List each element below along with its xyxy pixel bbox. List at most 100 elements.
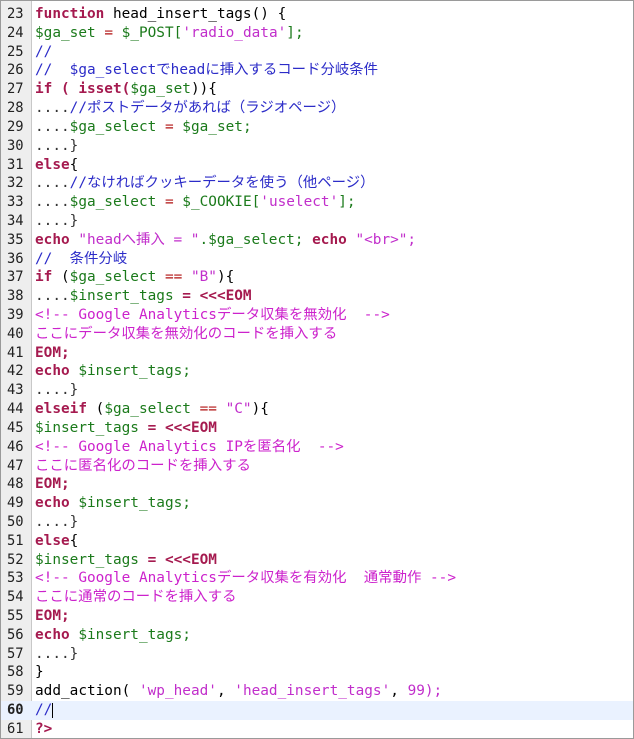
code-token: , bbox=[390, 683, 408, 700]
code-token: //ポストデータがあれば（ラジオページ） bbox=[69, 100, 346, 117]
code-text[interactable]: EOM; bbox=[35, 344, 631, 363]
code-text[interactable]: $insert_tags = <<<EOM bbox=[35, 551, 631, 570]
code-text[interactable]: ....} bbox=[35, 381, 631, 400]
code-text[interactable]: // 条件分岐 bbox=[35, 250, 631, 269]
code-text[interactable]: ここにデータ収集を無効化のコードを挿入する bbox=[35, 325, 631, 344]
code-token: elseif bbox=[35, 401, 87, 418]
code-line[interactable]: 42 echo $insert_tags; bbox=[1, 362, 633, 381]
code-token: ]; bbox=[286, 24, 304, 41]
code-line[interactable]: 34....} bbox=[1, 212, 633, 231]
code-text[interactable]: ....} bbox=[35, 645, 631, 664]
code-line[interactable]: 26 // $ga_selectでheadに挿入するコード分岐条件 bbox=[1, 61, 633, 80]
code-text[interactable]: <!-- Google Analyticsデータ収集を有効化 通常動作 --> bbox=[35, 569, 631, 588]
code-text[interactable]: if ( isset($ga_set)){ bbox=[35, 80, 631, 99]
code-line[interactable]: 50....} bbox=[1, 513, 633, 532]
code-text[interactable]: ....$ga_select = $ga_set; bbox=[35, 118, 631, 137]
code-token: echo bbox=[35, 626, 70, 643]
line-number: 51 bbox=[7, 532, 24, 549]
code-line[interactable]: 40 ここにデータ収集を無効化のコードを挿入する bbox=[1, 325, 633, 344]
code-line[interactable]: 23 function head_insert_tags() { bbox=[1, 5, 633, 24]
code-line[interactable]: 60 // bbox=[1, 701, 633, 720]
code-text[interactable]: echo "headへ挿入 = ".$ga_select; echo "<br>… bbox=[35, 231, 631, 250]
code-line[interactable]: 49 echo $insert_tags; bbox=[1, 494, 633, 513]
code-text[interactable]: EOM; bbox=[35, 475, 631, 494]
code-line[interactable]: 35 echo "headへ挿入 = ".$ga_select; echo "<b… bbox=[1, 231, 633, 250]
code-line[interactable]: 43....} bbox=[1, 381, 633, 400]
code-line[interactable]: 58} bbox=[1, 663, 633, 682]
code-text[interactable]: echo $insert_tags; bbox=[35, 494, 631, 513]
code-text[interactable]: add_action( 'wp_head', 'head_insert_tags… bbox=[35, 682, 631, 701]
code-token: ....} bbox=[35, 513, 79, 530]
code-text[interactable]: $insert_tags = <<<EOM bbox=[35, 419, 631, 438]
code-line[interactable]: 57....} bbox=[1, 645, 633, 664]
code-text[interactable]: ....$insert_tags = <<<EOM bbox=[35, 287, 631, 306]
code-text[interactable]: else{ bbox=[35, 532, 631, 551]
code-text[interactable]: ....} bbox=[35, 137, 631, 156]
code-text[interactable]: if ($ga_select == "B"){ bbox=[35, 268, 631, 287]
code-line[interactable]: 59 add_action( 'wp_head', 'head_insert_ta… bbox=[1, 682, 633, 701]
code-text[interactable]: ....//なければクッキーデータを使う（他ページ） bbox=[35, 174, 631, 193]
code-line[interactable]: 41 EOM; bbox=[1, 344, 633, 363]
code-line[interactable]: 25 // bbox=[1, 43, 633, 62]
code-line[interactable]: 61 ?> bbox=[1, 720, 633, 738]
code-lines[interactable]: 23 function head_insert_tags() {24 $ga_set… bbox=[1, 5, 633, 738]
code-text[interactable]: $ga_set = $_POST['radio_data']; bbox=[35, 24, 631, 43]
code-text[interactable]: EOM; bbox=[35, 607, 631, 626]
line-number: 28 bbox=[7, 100, 24, 117]
code-line[interactable]: 52 $insert_tags = <<<EOM bbox=[1, 551, 633, 570]
code-line[interactable]: 30....} bbox=[1, 137, 633, 156]
code-text[interactable]: ....$ga_select = $_COOKIE['uselect']; bbox=[35, 193, 631, 212]
code-token: = <<<EOM bbox=[138, 551, 217, 568]
line-number: 48 bbox=[7, 476, 24, 493]
code-line[interactable]: 27 if ( isset($ga_set)){ bbox=[1, 80, 633, 99]
code-line[interactable]: 29 ....$ga_select = $ga_set; bbox=[1, 118, 633, 137]
code-line[interactable]: 38 ....$insert_tags = <<<EOM bbox=[1, 287, 633, 306]
line-number: 30 bbox=[7, 137, 24, 154]
code-line[interactable]: 33 ....$ga_select = $_COOKIE['uselect']; bbox=[1, 193, 633, 212]
code-text[interactable]: // bbox=[35, 43, 631, 62]
code-token: ?> bbox=[35, 720, 53, 737]
code-line[interactable]: 39 <!-- Google Analyticsデータ収集を無効化 --> bbox=[1, 306, 633, 325]
code-token: .... bbox=[35, 118, 70, 135]
code-text[interactable]: else{ bbox=[35, 156, 631, 175]
code-token: // $ga_selectでheadに挿入するコード分岐条件 bbox=[35, 62, 379, 79]
code-text[interactable]: elseif ($ga_select == "C"){ bbox=[35, 400, 631, 419]
code-line[interactable]: 55 EOM; bbox=[1, 607, 633, 626]
code-line[interactable]: 51 else{ bbox=[1, 532, 633, 551]
code-line[interactable]: 44 elseif ($ga_select == "C"){ bbox=[1, 400, 633, 419]
code-text[interactable]: // $ga_selectでheadに挿入するコード分岐条件 bbox=[35, 61, 631, 80]
code-text[interactable]: echo $insert_tags; bbox=[35, 626, 631, 645]
code-text[interactable]: <!-- Google Analytics IPを匿名化 --> bbox=[35, 438, 631, 457]
code-line[interactable]: 54 ここに通常のコードを挿入する bbox=[1, 588, 633, 607]
code-text[interactable]: echo $insert_tags; bbox=[35, 362, 631, 381]
code-token: head_insert_tags() { bbox=[104, 6, 287, 22]
code-token: add_action( bbox=[35, 683, 139, 700]
code-text[interactable]: ....//ポストデータがあれば（ラジオページ） bbox=[35, 99, 631, 118]
code-line[interactable]: 45 $insert_tags = <<<EOM bbox=[1, 419, 633, 438]
code-line[interactable]: 46 <!-- Google Analytics IPを匿名化 --> bbox=[1, 438, 633, 457]
code-line[interactable]: 28 ....//ポストデータがあれば（ラジオページ） bbox=[1, 99, 633, 118]
code-token: $ga_select bbox=[69, 118, 157, 135]
code-line[interactable]: 53 <!-- Google Analyticsデータ収集を有効化 通常動作 --… bbox=[1, 569, 633, 588]
code-line[interactable]: 32 ....//なければクッキーデータを使う（他ページ） bbox=[1, 174, 633, 193]
code-token: // bbox=[35, 43, 53, 60]
code-line[interactable]: 37 if ($ga_select == "B"){ bbox=[1, 268, 633, 287]
code-line[interactable]: 48 EOM; bbox=[1, 475, 633, 494]
code-line[interactable]: 24 $ga_set = $_POST['radio_data']; bbox=[1, 24, 633, 43]
code-text[interactable]: ....} bbox=[35, 513, 631, 532]
code-text[interactable]: ....} bbox=[35, 212, 631, 231]
line-number: 32 bbox=[7, 175, 24, 192]
code-text[interactable]: <!-- Google Analyticsデータ収集を無効化 --> bbox=[35, 306, 631, 325]
code-text[interactable]: ここに匿名化のコードを挿入する bbox=[35, 457, 631, 476]
code-text[interactable]: ?> bbox=[35, 720, 631, 738]
code-text[interactable]: // bbox=[35, 701, 631, 720]
code-line[interactable]: 47 ここに匿名化のコードを挿入する bbox=[1, 457, 633, 476]
code-text[interactable]: } bbox=[35, 663, 631, 682]
line-number: 58 bbox=[7, 664, 24, 681]
code-editor[interactable]: 23 function head_insert_tags() {24 $ga_set… bbox=[0, 0, 634, 739]
code-line[interactable]: 56 echo $insert_tags; bbox=[1, 626, 633, 645]
code-line[interactable]: 31 else{ bbox=[1, 156, 633, 175]
code-line[interactable]: 36 // 条件分岐 bbox=[1, 250, 633, 269]
code-text[interactable]: function head_insert_tags() { bbox=[35, 5, 631, 24]
code-text[interactable]: ここに通常のコードを挿入する bbox=[35, 588, 631, 607]
